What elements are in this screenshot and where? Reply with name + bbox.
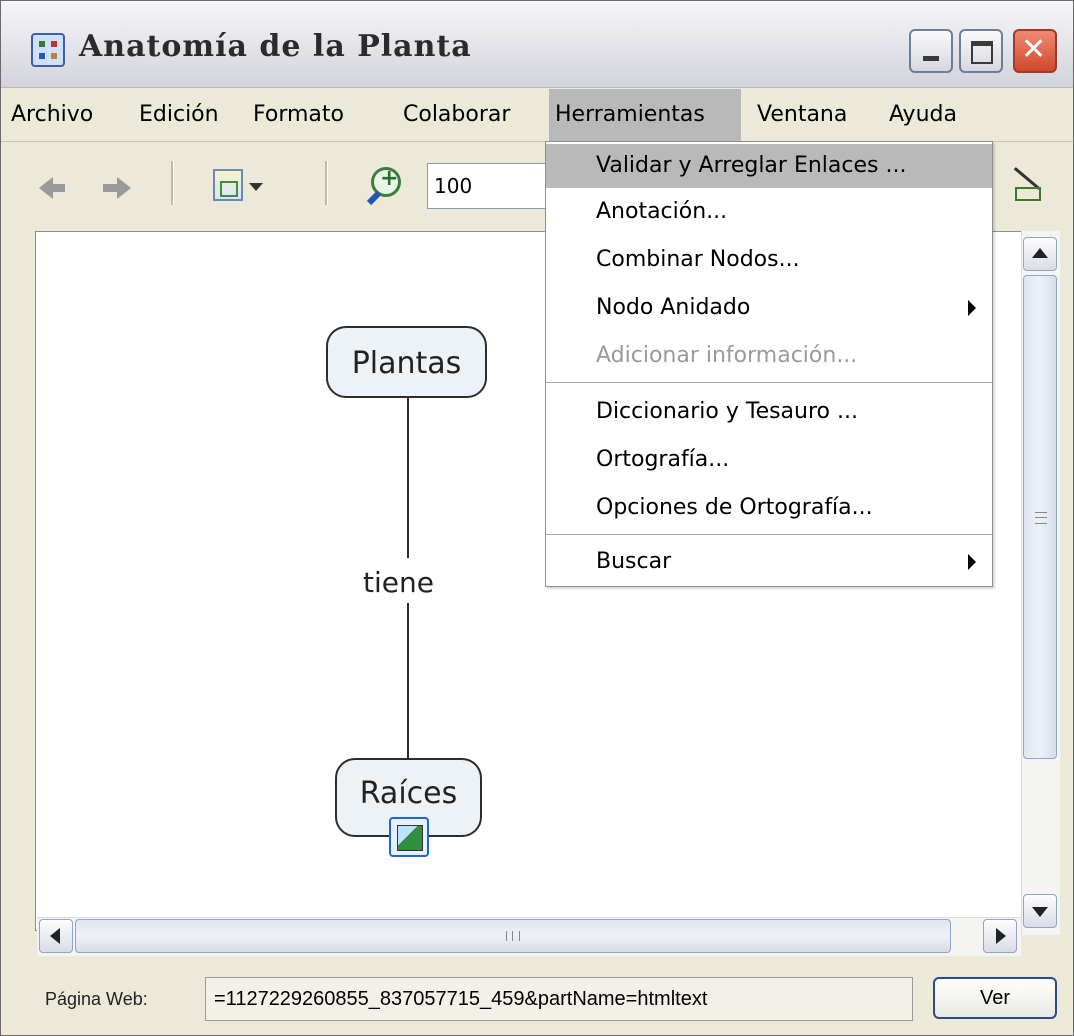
menu-item-validar-enlaces[interactable]: Validar y Arreglar Enlaces ... <box>546 144 992 188</box>
maximize-button[interactable] <box>959 29 1003 73</box>
zoom-level-input[interactable]: 100 <box>427 163 549 209</box>
chevron-down-icon <box>1032 907 1048 917</box>
scroll-left-button[interactable] <box>39 919 73 953</box>
submenu-arrow-icon <box>968 300 976 316</box>
menu-ventana[interactable]: Ventana <box>751 89 853 141</box>
connect-tool-icon[interactable] <box>1011 169 1043 201</box>
menu-edicion[interactable]: Edición <box>133 89 225 141</box>
menu-item-label: Buscar <box>596 549 672 574</box>
web-page-label: Página Web: <box>45 989 148 1009</box>
toolbar-divider <box>171 161 174 205</box>
menu-ayuda[interactable]: Ayuda <box>883 89 963 141</box>
back-arrow-shaft <box>53 184 65 192</box>
chevron-down-icon[interactable] <box>249 183 263 191</box>
forward-arrow-shaft <box>103 184 117 192</box>
menu-separator <box>546 382 992 383</box>
horizontal-scroll-thumb[interactable] <box>75 919 951 953</box>
link-label[interactable]: tiene <box>363 566 434 599</box>
menu-colaborar[interactable]: Colaborar <box>397 89 516 141</box>
back-arrow-icon[interactable] <box>39 177 53 199</box>
menu-item-diccionario-tesauro[interactable]: Diccionario y Tesauro ... <box>546 390 992 434</box>
menu-bar: Archivo Edición Formato Colaborar Herram… <box>1 89 1073 142</box>
node-plantas[interactable]: Plantas <box>326 326 487 398</box>
grip-icon <box>1035 512 1047 524</box>
menu-item-anotacion[interactable]: Anotación... <box>546 190 992 234</box>
scroll-right-button[interactable] <box>983 919 1017 953</box>
scroll-up-button[interactable] <box>1023 237 1057 271</box>
image-resource-icon[interactable] <box>389 817 429 857</box>
grip-icon <box>506 931 520 941</box>
toolbar-divider <box>325 161 328 205</box>
chevron-left-icon <box>50 928 60 944</box>
chevron-right-icon <box>996 928 1006 944</box>
chevron-up-icon <box>1032 248 1048 258</box>
menu-item-adicionar-informacion: Adicionar información... <box>596 343 858 368</box>
connector-line-top <box>407 398 409 558</box>
window-title: Anatomía de la Planta <box>79 29 472 64</box>
herramientas-dropdown-menu: Validar y Arreglar Enlaces ... Anotación… <box>545 141 993 587</box>
ver-button[interactable]: Ver <box>933 977 1057 1019</box>
menu-formato[interactable]: Formato <box>247 89 350 141</box>
title-bar[interactable]: Anatomía de la Planta <box>1 1 1073 88</box>
forward-arrow-icon[interactable] <box>117 177 131 199</box>
close-button[interactable] <box>1013 29 1057 73</box>
menu-item-label: Nodo Anidado <box>596 295 751 320</box>
menu-item-opciones-ortografia[interactable]: Opciones de Ortografía... <box>546 486 992 530</box>
menu-item-ortografia[interactable]: Ortografía... <box>546 438 992 482</box>
menu-separator <box>546 534 992 535</box>
menu-item-combinar-nodos[interactable]: Combinar Nodos... <box>546 238 992 282</box>
menu-archivo[interactable]: Archivo <box>5 89 99 141</box>
connector-line-bottom <box>407 603 409 758</box>
menu-item-buscar[interactable]: Buscar <box>546 540 992 584</box>
submenu-arrow-icon <box>968 554 976 570</box>
minimize-button[interactable] <box>909 29 953 73</box>
menu-herramientas[interactable]: Herramientas <box>549 89 741 141</box>
vertical-scroll-thumb[interactable] <box>1023 275 1057 759</box>
app-icon <box>31 33 65 67</box>
scroll-down-button[interactable] <box>1023 894 1057 928</box>
menu-item-nodo-anidado[interactable]: Nodo Anidado <box>546 286 992 330</box>
view-mode-icon[interactable] <box>213 169 243 201</box>
web-page-field[interactable]: =1127229260855_837057715_459&partName=ht… <box>205 977 913 1021</box>
app-window: Anatomía de la Planta Archivo Edición Fo… <box>0 0 1074 1036</box>
